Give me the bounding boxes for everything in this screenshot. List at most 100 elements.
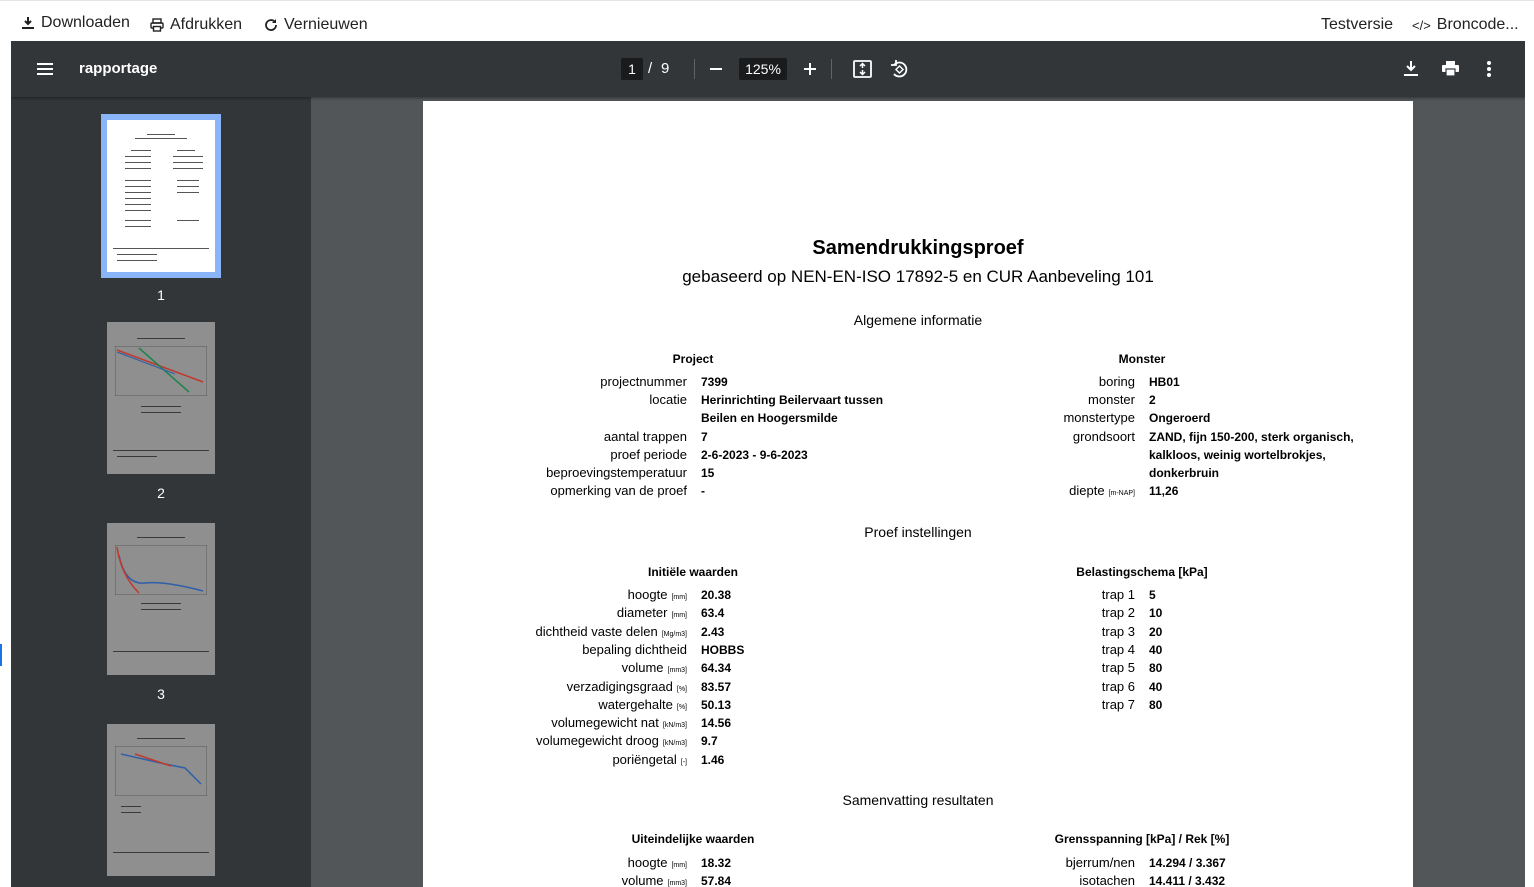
- row-unit: [Mg/m3]: [661, 630, 687, 638]
- refresh-label: Vernieuwen: [284, 16, 368, 33]
- row-label-text: dichtheid vaste delen: [535, 623, 658, 639]
- row-label-text: grondsoort: [1072, 428, 1135, 444]
- refresh-icon: [265, 19, 277, 31]
- thumbnail-sidebar: 1 2 3: [11, 97, 311, 887]
- row-value: 20.38: [701, 588, 732, 602]
- row-label-text: trap 3: [1101, 623, 1135, 639]
- row-value: HB01: [1149, 375, 1180, 389]
- row-label-text: trap 1: [1101, 587, 1135, 602]
- row-label: trap 3: [1102, 624, 1135, 639]
- print-icon[interactable]: [1441, 60, 1460, 77]
- row-value: 1.46: [701, 752, 725, 767]
- code-icon: </>: [1412, 17, 1431, 33]
- row-value: 50.13: [701, 697, 732, 712]
- row-label-text: poriëngetal: [612, 751, 677, 767]
- row-value: donkerbruin: [1149, 466, 1220, 480]
- thumbnail-page-2[interactable]: 2: [107, 322, 215, 501]
- more-options-icon[interactable]: [1486, 60, 1492, 78]
- row-label-text: diepte: [1069, 483, 1105, 499]
- document-subtitle: gebaseerd op NEN-EN-ISO 17892-5 en CUR A…: [682, 267, 1154, 286]
- row-value: HOBBS: [701, 642, 745, 657]
- load-schema-header: Belastingschema [kPa]: [1076, 565, 1208, 579]
- monster-header: Monster: [1118, 352, 1166, 366]
- row-value: 5: [1149, 588, 1156, 602]
- row-label-text: projectnummer: [600, 374, 687, 389]
- row-label-text: hoogte: [627, 587, 668, 602]
- row-label: volume [mm3]: [622, 660, 687, 675]
- row-label-text: volume: [621, 873, 664, 887]
- toolbar-divider: [831, 59, 832, 79]
- print-button[interactable]: Afdrukken: [150, 16, 242, 34]
- test-version-link[interactable]: Testversie: [1321, 16, 1393, 34]
- document-heading: Samendrukkingsproef: [812, 237, 1024, 259]
- row-unit: [kN/m3]: [662, 722, 687, 730]
- thumbnail-image: [107, 523, 215, 675]
- row-label: locatie: [649, 392, 687, 407]
- page-total: 9: [661, 60, 670, 77]
- row-label-text: aantal trappen: [603, 428, 687, 444]
- thumbnail-chart: [115, 545, 207, 595]
- row-label: diameter [mm]: [617, 605, 687, 620]
- source-code-link[interactable]: </> Broncode...: [1412, 16, 1519, 34]
- row-value: 40: [1149, 679, 1163, 694]
- row-value: 80: [1149, 661, 1163, 676]
- row-label: volumegewicht droog [kN/m3]: [536, 733, 687, 748]
- thumbnail-page-1[interactable]: 1: [101, 114, 221, 303]
- row-value: 20: [1149, 624, 1163, 639]
- row-unit: [mm3]: [667, 880, 687, 887]
- final-values-header: Uiteindelijke waarden: [631, 832, 755, 846]
- row-label: hoogte [mm]: [628, 855, 687, 870]
- row-label-text: verzadigingsgraad: [566, 678, 673, 694]
- row-label-text: proef periode: [610, 446, 687, 462]
- section-general-info: Algemene informatie: [853, 312, 983, 328]
- thumbnail-chart: [115, 346, 207, 396]
- fit-page-icon[interactable]: [853, 60, 872, 78]
- refresh-button[interactable]: Vernieuwen: [264, 16, 368, 34]
- toolbar-divider: [694, 59, 695, 79]
- row-label: verzadigingsgraad [%]: [567, 679, 687, 694]
- zoom-in-icon[interactable]: [803, 62, 817, 76]
- row-label-text: trap 5: [1101, 660, 1135, 676]
- row-unit: [-]: [680, 758, 687, 766]
- thumbnail-page-4[interactable]: [107, 724, 215, 876]
- printer-icon: [150, 18, 164, 32]
- source-code-label: Broncode...: [1436, 16, 1519, 33]
- row-value: 10: [1149, 606, 1163, 621]
- row-label: monstertype: [1063, 410, 1135, 425]
- row-label: poriëngetal [-]: [612, 752, 687, 767]
- thumbnail-page-3[interactable]: 3: [107, 523, 215, 702]
- project-header: Project: [672, 352, 714, 366]
- test-version-label: Testversie: [1321, 16, 1394, 33]
- row-value: kalkloos, weinig wortelbrokjes,: [1149, 447, 1326, 462]
- row-unit: [%]: [676, 703, 687, 711]
- row-label-text: opmerking van de proef: [550, 483, 687, 499]
- viewer-toolbar: rapportage 1 / 9 125%: [11, 41, 1525, 97]
- rotate-icon[interactable]: [890, 59, 908, 79]
- section-summary: Samenvatting resultaten: [842, 792, 994, 808]
- download-icon[interactable]: [1403, 60, 1419, 77]
- menu-icon[interactable]: [35, 59, 55, 79]
- page-separator: /: [648, 60, 653, 77]
- row-label-text: boring: [1098, 374, 1135, 389]
- row-value: 14.411 / 3.432: [1149, 874, 1226, 887]
- pdf-page: Samendrukkingsproef gebaseerd op NEN-EN-…: [423, 101, 1413, 887]
- pdf-viewer: rapportage 1 / 9 125% 1 2 3 Samendrukkin…: [11, 41, 1525, 887]
- row-value: Herinrichting Beilervaart tussen: [701, 393, 884, 408]
- page-number-input[interactable]: 1: [621, 58, 643, 80]
- zoom-input[interactable]: 125%: [739, 58, 787, 80]
- thumbnail-image: [107, 322, 215, 474]
- row-label-text: monster: [1088, 392, 1135, 408]
- limit-stress-header: Grensspanning [kPa] / Rek [%]: [1054, 832, 1230, 846]
- row-label-text: locatie: [649, 392, 687, 408]
- row-label-text: volumegewicht droog: [536, 733, 659, 749]
- row-value: 7399: [701, 375, 728, 389]
- app-topbar: Downloaden Afdrukken Vernieuwen Testvers…: [0, 0, 1534, 41]
- download-button[interactable]: Downloaden: [21, 14, 130, 32]
- row-label-text: bjerrum/nen: [1065, 855, 1135, 870]
- thumbnail-chart: [115, 746, 207, 796]
- zoom-out-icon[interactable]: [709, 62, 723, 76]
- row-label: bepaling dichtheid: [582, 642, 687, 657]
- row-label-text: watergehalte: [598, 696, 673, 712]
- row-label: volumegewicht nat [kN/m3]: [551, 715, 687, 730]
- thumbnail-number: 2: [157, 485, 165, 501]
